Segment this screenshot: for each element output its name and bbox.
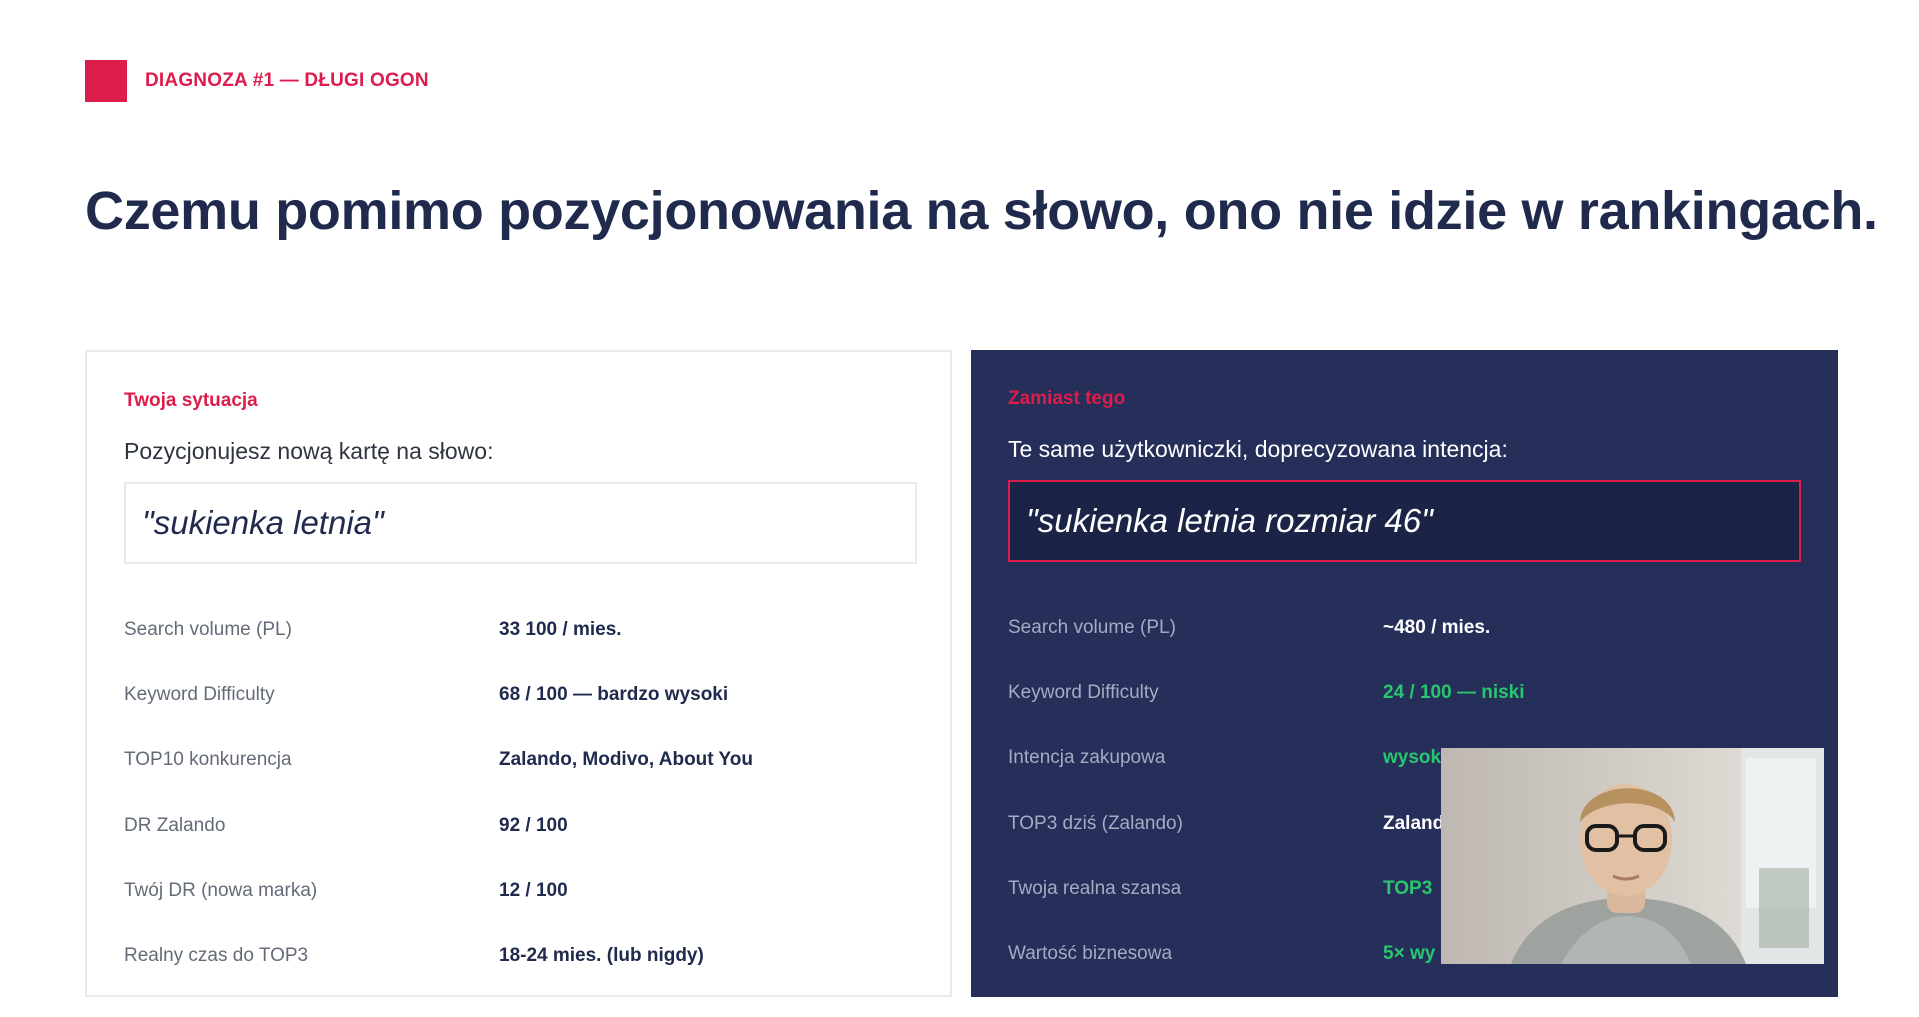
metric-value: 68 / 100 — bardzo wysoki <box>499 683 729 705</box>
metric-value: 18-24 mies. (lub nigdy) <box>499 945 704 967</box>
accent-square-icon <box>85 60 127 102</box>
page-title: Czemu pomimo pozycjonowania na słowo, on… <box>85 181 1878 241</box>
metric-row: TOP10 konkurencja Zalando, Modivo, About… <box>124 728 917 793</box>
panel-intro: Te same użytkowniczki, doprecyzowana int… <box>1008 436 1508 462</box>
metric-value: 12 / 100 <box>499 879 568 901</box>
metric-label: Wartość biznesowa <box>1008 943 1173 965</box>
metric-label: Search volume (PL) <box>124 618 292 640</box>
metric-row: Realny czas do TOP3 18-24 mies. (lub nig… <box>124 923 917 988</box>
webcam-overlay[interactable] <box>1441 748 1824 964</box>
eyebrow-text: DIAGNOZA #1 — DŁUGI OGON <box>145 70 429 91</box>
metric-label: DR Zalando <box>124 814 226 836</box>
metric-label: Realny czas do TOP3 <box>124 945 309 967</box>
metric-value: ~480 / mies. <box>1383 616 1491 638</box>
metric-row: Search volume (PL) 33 100 / mies. <box>124 597 917 662</box>
metric-value: 33 100 / mies. <box>499 618 622 640</box>
metric-row: Keyword Difficulty 68 / 100 — bardzo wys… <box>124 662 917 727</box>
metric-label: Search volume (PL) <box>1008 616 1176 638</box>
metric-label: TOP10 konkurencja <box>124 749 292 771</box>
presenter-video-icon <box>1441 748 1824 964</box>
panel-label: Zamiast tego <box>1008 388 1126 409</box>
metric-label: TOP3 dziś (Zalando) <box>1008 812 1183 834</box>
metric-label: Keyword Difficulty <box>1008 681 1159 703</box>
metric-value: Zaland <box>1383 812 1445 834</box>
metric-row: Keyword Difficulty 24 / 100 — niski <box>1008 660 1801 725</box>
metric-row: DR Zalando 92 / 100 <box>124 793 917 858</box>
current-situation-panel: Twoja sytuacja Pozycjonujesz nową kartę … <box>85 350 952 997</box>
panel-label: Twoja sytuacja <box>124 390 258 411</box>
metric-value: 92 / 100 <box>499 814 568 836</box>
metric-value: 5× wy <box>1383 943 1436 965</box>
section-eyebrow: DIAGNOZA #1 — DŁUGI OGON <box>85 60 429 102</box>
keyword-box: "sukienka letnia" <box>124 482 917 564</box>
metric-label: Twoja realna szansa <box>1008 877 1182 899</box>
panel-intro: Pozycjonujesz nową kartę na słowo: <box>124 438 494 464</box>
metric-row: Twój DR (nowa marka) 12 / 100 <box>124 858 917 923</box>
metric-value: Zalando, Modivo, About You <box>499 749 754 771</box>
metrics-list: Search volume (PL) 33 100 / mies. Keywor… <box>124 597 917 989</box>
metric-label: Intencja zakupowa <box>1008 747 1166 769</box>
metric-label: Twój DR (nowa marka) <box>124 879 318 901</box>
metric-row: Search volume (PL) ~480 / mies. <box>1008 595 1801 660</box>
metric-value: TOP3 <box>1383 877 1433 899</box>
keyword-box-highlighted: "sukienka letnia rozmiar 46" <box>1008 480 1801 562</box>
slide: DIAGNOZA #1 — DŁUGI OGON Czemu pomimo po… <box>0 0 1919 1017</box>
metric-label: Keyword Difficulty <box>124 683 275 705</box>
metric-value: 24 / 100 — niski <box>1383 681 1525 703</box>
